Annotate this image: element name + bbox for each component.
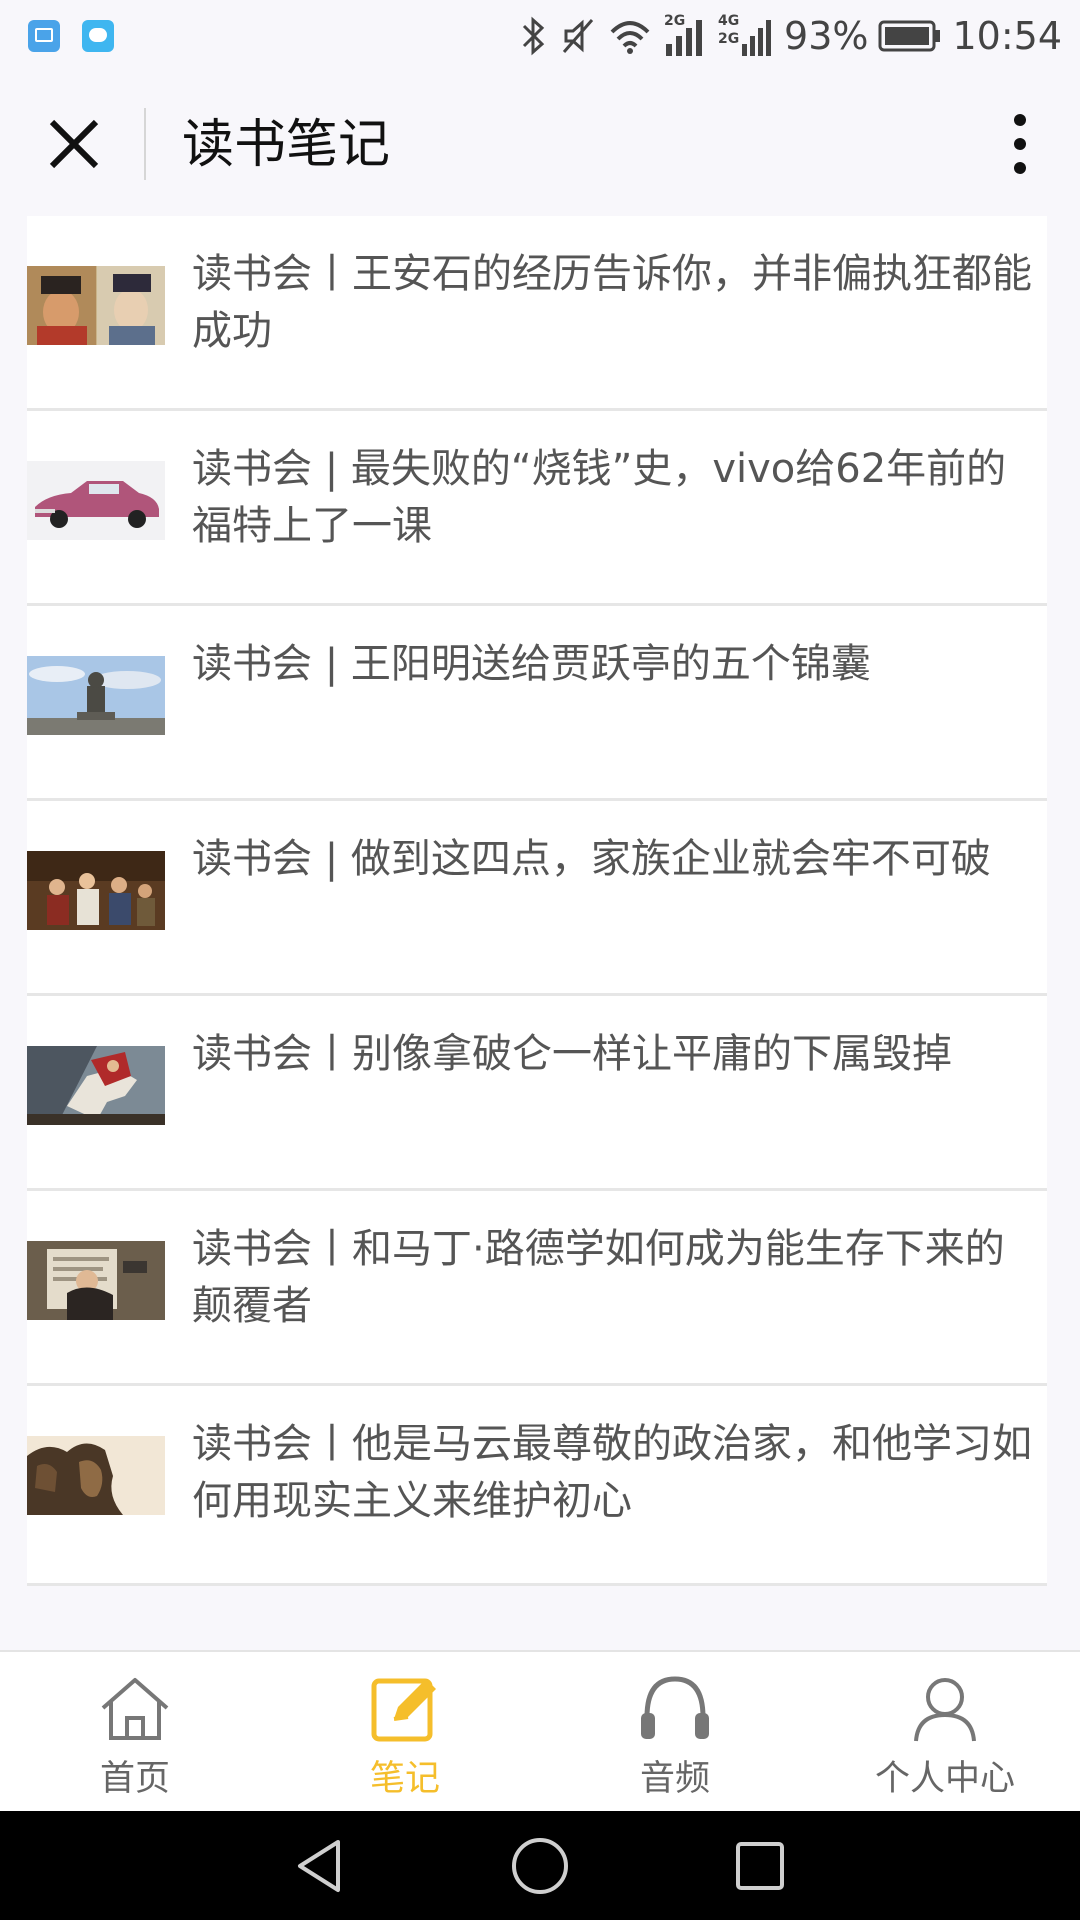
more-options-button[interactable] [990,104,1050,184]
home-icon [95,1672,175,1744]
article-title: 读书会 | 王阳明送给贾跃亭的五个锦囊 [192,641,871,687]
article-item[interactable]: 读书会丨他是马云最尊敬的政治家，和他学习如何用现实主义来维护初心 [27,1386,1047,1586]
classic-car-thumbnail [27,461,165,540]
home-circle-icon [512,1837,568,1894]
person-icon [905,1672,985,1744]
page-title: 读书笔记 [182,115,391,175]
tab-label: 笔记 [369,1759,440,1799]
signal-2g: 2G [662,14,708,58]
article-item[interactable]: 读书会 | 王阳明送给贾跃亭的五个锦囊 [27,606,1047,801]
tab-label: 音频 [639,1759,710,1799]
signal-4g: 4G 2G [718,14,774,58]
article-item[interactable]: 读书会 | 最失败的“烧钱”史，vivo给62年前的福特上了一课 [27,411,1047,606]
battery-percent: 93% [784,14,869,58]
article-title: 读书会丨和马丁·路德学如何成为能生存下来的颠覆者 [192,1226,1005,1329]
article-title: 读书会丨别像拿破仑一样让平庸的下属毁掉 [192,1031,952,1077]
tab-label: 个人中心 [874,1759,1015,1799]
back-triangle-icon [298,1839,340,1892]
back-button[interactable] [285,1831,355,1901]
home-nav-button[interactable] [505,1831,575,1901]
portrait-painting-thumbnail [27,266,165,345]
close-button[interactable] [34,104,114,184]
header: 读书笔记 [0,72,1080,218]
battery-icon [878,20,941,52]
article-title: 读书会丨王安石的经历告诉你，并非偏执狂都能成功 [192,251,1032,354]
article-item[interactable]: 读书会 | 做到这四点，家族企业就会牢不可破 [27,801,1047,996]
article-item[interactable]: 读书会丨和马丁·路德学如何成为能生存下来的颠覆者 [27,1191,1047,1386]
martin-luther-thumbnail [27,1241,165,1320]
close-icon [49,119,99,169]
napoleon-painting-thumbnail [27,1046,165,1125]
gallery-app-icon [28,20,60,52]
status-indicators: 2G 4G 2G 93% 10:54 [518,10,1062,62]
more-vertical-icon [1014,114,1026,174]
tab-notes[interactable]: 笔记 [270,1652,540,1811]
system-navigation-bar [0,1811,1080,1920]
wifi-icon [610,21,650,54]
article-item[interactable]: 读书会丨别像拿破仑一样让平庸的下属毁掉 [27,996,1047,1191]
recents-square-icon [736,1841,784,1890]
article-item[interactable]: 读书会丨王安石的经历告诉你，并非偏执狂都能成功 [27,216,1047,411]
tab-label: 首页 [99,1759,170,1799]
status-bar: 2G 4G 2G 93% 10:54 [0,0,1080,72]
bottom-tab-bar: 首页 笔记 音频 个人中心 [0,1650,1080,1811]
article-title: 读书会 | 最失败的“烧钱”史，vivo给62年前的福特上了一课 [192,446,1007,549]
tab-home[interactable]: 首页 [0,1652,270,1811]
statue-thumbnail [27,656,165,735]
article-title: 读书会 | 做到这四点，家族企业就会牢不可破 [192,836,991,882]
header-divider [144,108,146,180]
message-app-icon [82,20,114,52]
tab-audio[interactable]: 音频 [540,1652,810,1811]
family-painting-thumbnail [27,851,165,930]
mount-rushmore-thumbnail [27,1436,165,1515]
headphones-icon [635,1672,715,1744]
note-edit-icon [365,1672,445,1744]
article-list: 读书会丨王安石的经历告诉你，并非偏执狂都能成功 读书会 | 最失败的“烧钱”史，… [27,216,1047,1586]
tab-profile[interactable]: 个人中心 [810,1652,1080,1811]
mute-icon [562,19,594,53]
bluetooth-icon [522,16,545,56]
article-title: 读书会丨他是马云最尊敬的政治家，和他学习如何用现实主义来维护初心 [192,1421,1032,1524]
recents-button[interactable] [725,1831,795,1901]
clock: 10:54 [952,14,1062,58]
signal-bars-secondary-icon [742,20,772,56]
signal-bars-icon [666,20,703,56]
